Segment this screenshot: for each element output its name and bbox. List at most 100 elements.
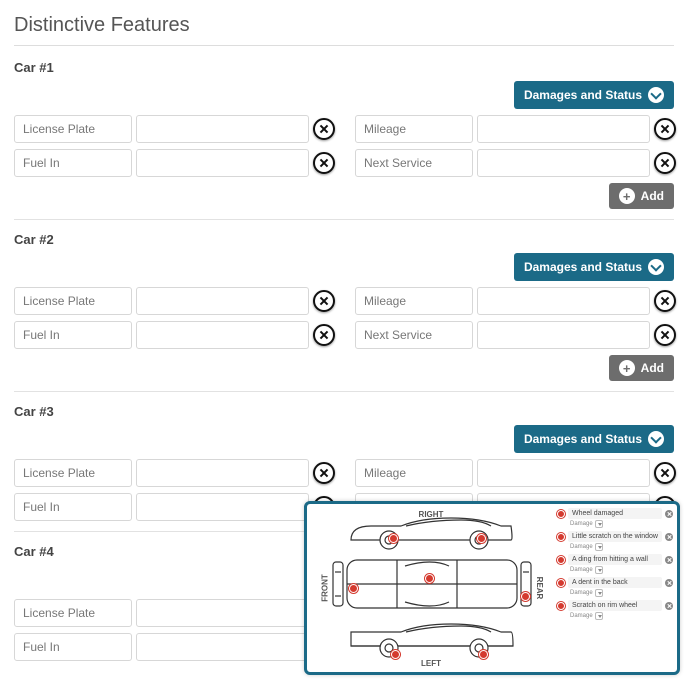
- license-plate-input[interactable]: [136, 287, 309, 315]
- delete-damage-button[interactable]: [665, 579, 673, 587]
- delete-damage-button[interactable]: [665, 533, 673, 541]
- mileage-label: Mileage: [355, 115, 473, 143]
- next-service-input[interactable]: [477, 321, 650, 349]
- damage-marker[interactable]: [425, 574, 434, 583]
- delete-damage-button[interactable]: [665, 556, 673, 564]
- chevron-down-icon: [648, 87, 664, 103]
- next-service-label: Next Service: [355, 149, 473, 177]
- fuel-in-label: Fuel In: [14, 493, 132, 521]
- add-field-button[interactable]: + Add: [609, 355, 674, 381]
- add-field-button[interactable]: + Add: [609, 183, 674, 209]
- damage-description: A ding from hitting a wall: [568, 554, 662, 565]
- damage-diagram-popup: RIGHT LEFT FRONT REAR Wheel damaged Dama…: [304, 501, 680, 675]
- plus-icon: +: [619, 188, 635, 204]
- damage-list-item: A dent in the back Damage: [557, 577, 673, 597]
- mileage-input[interactable]: [477, 287, 650, 315]
- damage-type-dropdown[interactable]: [595, 612, 603, 620]
- delete-damage-button[interactable]: [665, 510, 673, 518]
- fuel-in-input[interactable]: [136, 149, 309, 177]
- damage-type-dropdown[interactable]: [595, 589, 603, 597]
- block-separator: [14, 219, 674, 220]
- page-title: Distinctive Features: [14, 14, 674, 37]
- license-plate-input[interactable]: [136, 599, 309, 627]
- damage-marker[interactable]: [349, 584, 358, 593]
- delete-damage-button[interactable]: [665, 602, 673, 610]
- next-service-input[interactable]: [477, 149, 650, 177]
- car-diagram[interactable]: RIGHT LEFT FRONT REAR: [307, 504, 555, 672]
- damage-list: Wheel damaged Damage Little scratch on t…: [555, 504, 677, 672]
- damage-list-item: A ding from hitting a wall Damage: [557, 554, 673, 574]
- damage-list-item: Scratch on rim wheel Damage: [557, 600, 673, 620]
- damages-status-button[interactable]: Damages and Status: [514, 81, 674, 109]
- damage-bullet-icon: [557, 510, 565, 518]
- damage-bullet-icon: [557, 579, 565, 587]
- fuel-in-label: Fuel In: [14, 633, 132, 661]
- add-label: Add: [641, 361, 664, 375]
- delete-field-button[interactable]: [313, 462, 335, 484]
- damage-description: Wheel damaged: [568, 508, 662, 519]
- fuel-in-label: Fuel In: [14, 321, 132, 349]
- damages-status-label: Damages and Status: [524, 260, 642, 274]
- damage-type-dropdown[interactable]: [595, 520, 603, 528]
- mileage-label: Mileage: [355, 287, 473, 315]
- damage-description: Little scratch on the window: [568, 531, 662, 542]
- damage-marker[interactable]: [391, 650, 400, 659]
- damage-type-label: Damage: [568, 590, 593, 596]
- damage-bullet-icon: [557, 602, 565, 610]
- car-title: Car #1: [14, 60, 674, 75]
- damage-type-dropdown[interactable]: [595, 566, 603, 574]
- fuel-in-input[interactable]: [136, 493, 309, 521]
- car-block: Car #2 Damages and Status License Plate …: [14, 232, 674, 392]
- damages-status-button[interactable]: Damages and Status: [514, 253, 674, 281]
- chevron-down-icon: [648, 259, 664, 275]
- delete-field-button[interactable]: [313, 118, 335, 140]
- damage-marker[interactable]: [477, 534, 486, 543]
- delete-field-button[interactable]: [313, 290, 335, 312]
- delete-field-button[interactable]: [313, 152, 335, 174]
- damage-type-label: Damage: [568, 521, 593, 527]
- damage-bullet-icon: [557, 533, 565, 541]
- fuel-in-label: Fuel In: [14, 149, 132, 177]
- damage-type-label: Damage: [568, 544, 593, 550]
- mileage-input[interactable]: [477, 459, 650, 487]
- diagram-label-front: FRONT: [320, 574, 329, 602]
- delete-field-button[interactable]: [654, 118, 676, 140]
- chevron-down-icon: [648, 431, 664, 447]
- next-service-label: Next Service: [355, 321, 473, 349]
- car-block: Car #1 Damages and Status License Plate …: [14, 60, 674, 220]
- damage-list-item: Wheel damaged Damage: [557, 508, 673, 528]
- damages-status-label: Damages and Status: [524, 88, 642, 102]
- license-plate-input[interactable]: [136, 459, 309, 487]
- damage-marker[interactable]: [389, 534, 398, 543]
- fuel-in-input[interactable]: [136, 321, 309, 349]
- license-plate-label: License Plate: [14, 459, 132, 487]
- damage-marker[interactable]: [521, 592, 530, 601]
- diagram-label-left: LEFT: [421, 659, 441, 668]
- car-title: Car #2: [14, 232, 674, 247]
- damage-description: A dent in the back: [568, 577, 662, 588]
- damage-type-dropdown[interactable]: [595, 543, 603, 551]
- license-plate-label: License Plate: [14, 287, 132, 315]
- delete-field-button[interactable]: [654, 324, 676, 346]
- damage-type-label: Damage: [568, 613, 593, 619]
- damage-marker[interactable]: [479, 650, 488, 659]
- diagram-label-rear: REAR: [535, 577, 544, 600]
- diagram-label-right: RIGHT: [419, 510, 444, 519]
- damages-status-button[interactable]: Damages and Status: [514, 425, 674, 453]
- mileage-label: Mileage: [355, 459, 473, 487]
- license-plate-label: License Plate: [14, 599, 132, 627]
- license-plate-label: License Plate: [14, 115, 132, 143]
- block-separator: [14, 391, 674, 392]
- car-title: Car #3: [14, 404, 674, 419]
- delete-field-button[interactable]: [654, 152, 676, 174]
- add-label: Add: [641, 189, 664, 203]
- delete-field-button[interactable]: [313, 324, 335, 346]
- damage-bullet-icon: [557, 556, 565, 564]
- delete-field-button[interactable]: [654, 290, 676, 312]
- license-plate-input[interactable]: [136, 115, 309, 143]
- car-outline-svg: [307, 504, 555, 672]
- delete-field-button[interactable]: [654, 462, 676, 484]
- fuel-in-input[interactable]: [136, 633, 309, 661]
- mileage-input[interactable]: [477, 115, 650, 143]
- damages-status-label: Damages and Status: [524, 432, 642, 446]
